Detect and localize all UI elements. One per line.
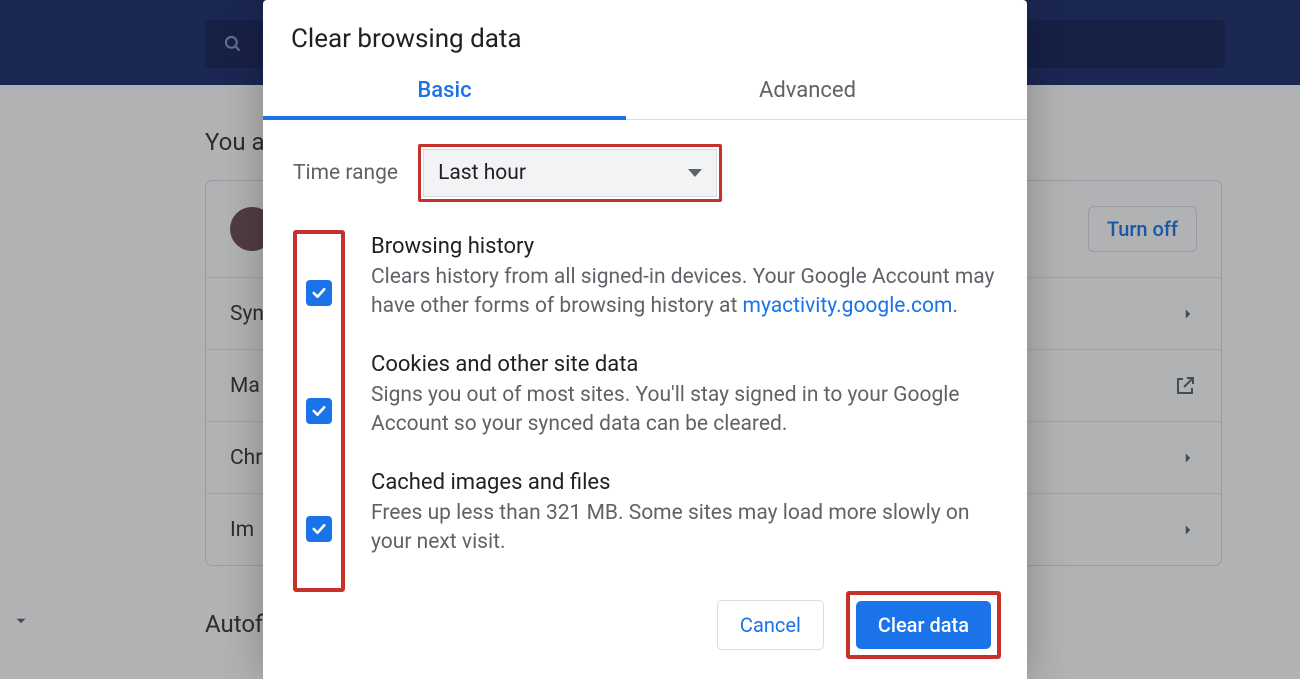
highlight-checkboxes <box>293 230 345 592</box>
checkbox-browsing-history[interactable] <box>306 280 332 306</box>
tab-basic[interactable]: Basic <box>263 66 626 119</box>
time-range-select[interactable]: Last hour <box>423 149 717 197</box>
myactivity-link[interactable]: myactivity.google.com <box>743 294 953 318</box>
time-range-label: Time range <box>293 161 398 185</box>
cancel-button[interactable]: Cancel <box>717 600 824 650</box>
highlight-clear-data: Clear data <box>846 591 1001 659</box>
item-cookies: Cookies and other site data Signs you ou… <box>371 352 997 440</box>
item-title: Cached images and files <box>371 470 997 495</box>
caret-down-icon <box>688 169 702 177</box>
item-title: Cookies and other site data <box>371 352 997 377</box>
dialog-tabs: Basic Advanced <box>263 66 1027 120</box>
clear-data-button[interactable]: Clear data <box>856 601 991 649</box>
item-title: Browsing history <box>371 234 997 259</box>
dialog-title: Clear browsing data <box>263 0 1027 66</box>
time-range-value: Last hour <box>438 161 526 185</box>
highlight-time-range: Last hour <box>418 144 722 202</box>
item-desc: Clears history from all signed-in device… <box>371 263 997 322</box>
item-desc: Signs you out of most sites. You'll stay… <box>371 381 997 440</box>
checkbox-cache[interactable] <box>306 516 332 542</box>
item-desc: Frees up less than 321 MB. Some sites ma… <box>371 499 997 558</box>
item-browsing-history: Browsing history Clears history from all… <box>371 234 997 322</box>
tab-advanced[interactable]: Advanced <box>626 66 989 119</box>
clear-browsing-data-dialog: Clear browsing data Basic Advanced Time … <box>263 0 1027 679</box>
checkbox-cookies[interactable] <box>306 398 332 424</box>
item-cache: Cached images and files Frees up less th… <box>371 470 997 558</box>
